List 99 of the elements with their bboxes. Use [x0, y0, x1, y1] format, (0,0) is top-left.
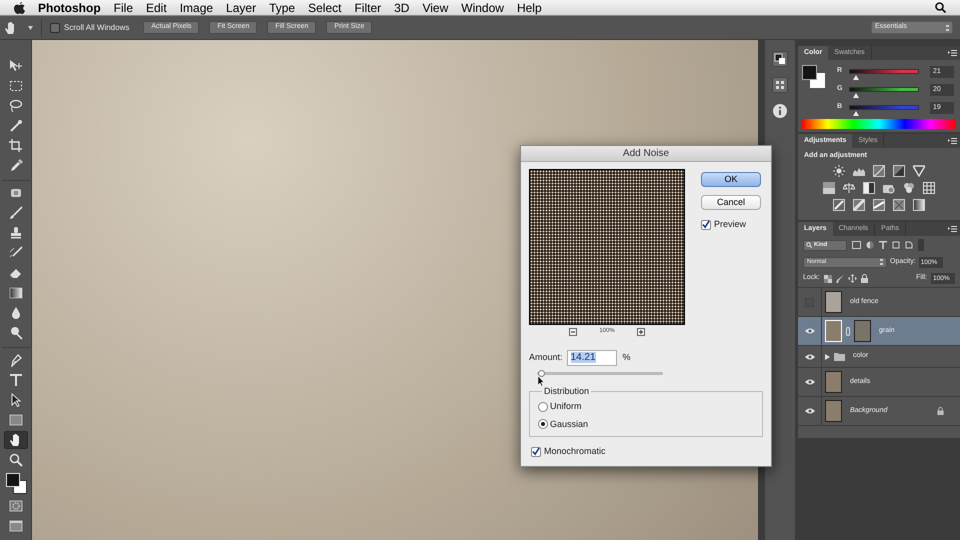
mouse-pointer-icon — [538, 376, 545, 387]
panel-menu-icon[interactable] — [948, 138, 957, 144]
amount-label: Amount: — [529, 351, 563, 364]
half-circle-icon[interactable] — [866, 241, 874, 249]
brush-icon[interactable] — [836, 274, 844, 282]
posterize-icon[interactable] — [853, 198, 865, 210]
gradient-map-icon[interactable] — [913, 198, 925, 210]
move-arrows-icon[interactable] — [848, 274, 857, 283]
move-arrow-icon — [8, 59, 22, 73]
scales-icon[interactable] — [843, 182, 855, 194]
screen-mode-icon[interactable] — [8, 520, 22, 532]
thumbnail-placeholder — [825, 400, 842, 422]
color-circles-icon[interactable] — [903, 182, 915, 194]
gradient-square-icon[interactable] — [823, 182, 835, 194]
selective-color-icon[interactable] — [893, 198, 905, 210]
eye-icon[interactable] — [804, 354, 814, 360]
half-square-icon[interactable] — [863, 182, 875, 194]
type-filter-icon[interactable] — [879, 241, 887, 249]
radio-button[interactable] — [538, 419, 548, 430]
color-swatches-icon[interactable] — [4, 473, 26, 494]
link-icon[interactable] — [846, 326, 850, 336]
pen-nib-icon — [8, 353, 22, 367]
color-swatches-icon[interactable] — [802, 65, 825, 88]
eyedropper-icon — [8, 159, 22, 173]
lasso-icon — [8, 99, 22, 113]
color-spectrum[interactable] — [802, 119, 956, 129]
invert-icon[interactable] — [833, 198, 845, 210]
padlock-icon[interactable] — [860, 274, 868, 283]
search-icon — [806, 242, 812, 248]
folder-icon — [834, 352, 845, 361]
exposure-icon[interactable] — [893, 164, 905, 176]
document-filter-icon[interactable] — [905, 241, 913, 249]
checkbox[interactable] — [50, 22, 60, 32]
checkbox-label: Scroll All Windows — [64, 22, 130, 34]
menu-item[interactable]: View — [422, 0, 448, 16]
eye-icon[interactable] — [804, 379, 814, 385]
slider-thumb[interactable] — [538, 370, 545, 377]
arrow-pointer-icon — [8, 393, 22, 407]
menu-item[interactable]: File — [114, 0, 133, 16]
thumbnail-placeholder — [825, 291, 842, 313]
zoom-out-icon[interactable] — [569, 328, 578, 336]
eraser-icon — [8, 266, 22, 280]
menu-item[interactable]: Window — [461, 0, 504, 16]
panel-menu-icon[interactable] — [948, 50, 957, 56]
expand-triangle-icon[interactable] — [825, 354, 830, 360]
menu-item[interactable]: Type — [269, 0, 296, 16]
caret-icon[interactable] — [28, 26, 33, 30]
dialog-title: Add Noise — [521, 146, 771, 162]
tool-button[interactable] — [4, 431, 28, 449]
stamp-icon — [8, 226, 22, 240]
panel-menu-icon[interactable] — [948, 226, 957, 232]
dashed-rectangle-icon — [8, 79, 22, 93]
search-icon[interactable] — [935, 2, 946, 13]
menu-item[interactable]: Filter — [354, 0, 382, 16]
checkbox-label: Monochromatic — [544, 445, 606, 458]
dialog-button[interactable]: Cancel — [701, 195, 761, 210]
letter-t-icon — [8, 373, 22, 387]
color-swatch-icon[interactable] — [772, 51, 788, 67]
dialog-button[interactable]: OK — [701, 172, 761, 187]
brush-icon — [8, 206, 22, 220]
menu-item[interactable]: Layer — [226, 0, 256, 16]
brush-icon — [8, 246, 22, 260]
thumbnail-placeholder — [825, 320, 842, 342]
radio-button[interactable] — [538, 402, 548, 412]
info-icon[interactable] — [772, 103, 788, 119]
eye-icon[interactable] — [804, 328, 814, 334]
triangle-icon[interactable] — [913, 164, 925, 176]
sun-icon[interactable] — [833, 164, 845, 176]
thumbnail-placeholder — [825, 371, 842, 393]
rectangle-icon — [8, 413, 22, 427]
magnifier-icon — [8, 326, 22, 340]
apple-logo-icon[interactable] — [14, 2, 25, 14]
radio-label: Gaussian — [550, 418, 588, 430]
eye-icon[interactable] — [804, 408, 814, 414]
magnifier-icon — [8, 453, 22, 467]
threshold-icon[interactable] — [873, 198, 885, 210]
zoom-in-icon[interactable] — [636, 328, 645, 336]
grid-icon[interactable] — [772, 77, 788, 93]
menu-item[interactable]: Help — [516, 0, 542, 16]
checkerboard-icon[interactable] — [824, 274, 832, 282]
radio-label: Uniform — [550, 400, 582, 413]
checkbox[interactable] — [531, 446, 541, 457]
checkbox-label: Preview — [714, 218, 746, 231]
checkbox[interactable] — [701, 220, 711, 230]
menu-item[interactable]: 3D — [394, 0, 410, 16]
unit-label: % — [622, 351, 631, 364]
menu-item[interactable]: Photoshop — [38, 0, 101, 16]
gradient-icon — [8, 286, 22, 300]
filter-toggle[interactable] — [918, 239, 924, 251]
shape-filter-icon[interactable] — [892, 241, 900, 249]
curve-icon[interactable] — [873, 164, 885, 176]
menu-item[interactable]: Edit — [146, 0, 167, 16]
quick-mask-icon[interactable] — [8, 500, 22, 512]
crop-icon — [8, 139, 22, 153]
menu-item[interactable]: Image — [180, 0, 214, 16]
amount-field[interactable]: 14.21 — [566, 350, 617, 366]
image-filter-icon[interactable] — [852, 241, 861, 249]
table-grid-icon[interactable] — [923, 182, 935, 194]
menu-item[interactable]: Select — [308, 0, 342, 16]
